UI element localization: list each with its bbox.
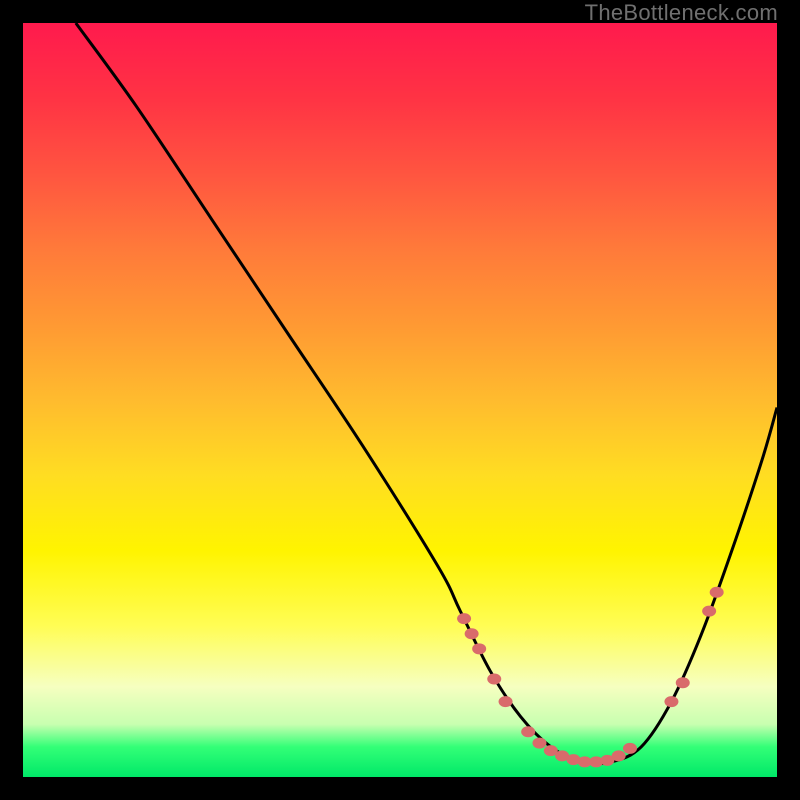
marker-dot (532, 738, 546, 749)
chart-svg (23, 23, 777, 777)
marker-dot (676, 677, 690, 688)
marker-dot (702, 606, 716, 617)
marker-dot (623, 743, 637, 754)
bottleneck-curve (76, 23, 777, 764)
marker-dot (472, 643, 486, 654)
marker-dot (457, 613, 471, 624)
marker-dot (612, 750, 626, 761)
marker-dot (487, 673, 501, 684)
marker-dot (521, 726, 535, 737)
curve-line (76, 23, 777, 764)
marker-dot (664, 696, 678, 707)
marker-dot (465, 628, 479, 639)
watermark-text: TheBottleneck.com (585, 0, 778, 26)
marker-dot (710, 587, 724, 598)
chart-container: TheBottleneck.com (0, 0, 800, 800)
marker-dot (499, 696, 513, 707)
